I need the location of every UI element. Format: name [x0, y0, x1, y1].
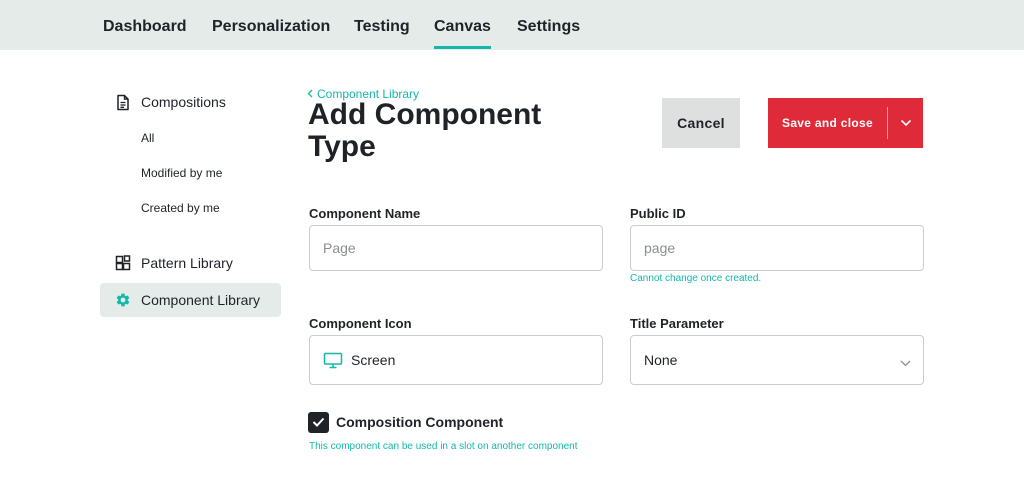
chevron-down-icon — [900, 114, 912, 132]
gear-icon — [115, 292, 131, 308]
monitor-icon — [323, 352, 343, 369]
sidebar-subitem-modified-by-me[interactable]: Modified by me — [141, 166, 222, 180]
sidebar-item-component-library[interactable]: Component Library — [100, 283, 281, 317]
component-name-input[interactable] — [309, 225, 603, 271]
document-icon — [115, 94, 131, 110]
checkmark-icon — [312, 414, 325, 432]
composition-component-label[interactable]: Composition Component — [336, 414, 503, 430]
top-navigation: Dashboard Personalization Testing Canvas… — [0, 0, 1024, 50]
component-name-label: Component Name — [309, 206, 421, 221]
public-id-hint: Cannot change once created. — [630, 273, 762, 284]
save-and-close-button[interactable]: Save and close — [768, 98, 887, 148]
composition-component-checkbox[interactable] — [308, 412, 329, 433]
save-button-group: Save and close — [768, 98, 923, 148]
title-parameter-label: Title Parameter — [630, 316, 724, 331]
tab-dashboard[interactable]: Dashboard — [103, 18, 187, 36]
tab-canvas[interactable]: Canvas — [434, 18, 491, 49]
public-id-label: Public ID — [630, 206, 686, 221]
tab-settings[interactable]: Settings — [517, 18, 580, 36]
title-parameter-select[interactable]: None — [630, 335, 924, 385]
component-icon-picker[interactable]: Screen — [309, 335, 603, 385]
component-icon-label: Component Icon — [309, 316, 412, 331]
sidebar-subitem-created-by-me[interactable]: Created by me — [141, 201, 220, 215]
sidebar-subitem-all[interactable]: All — [141, 131, 154, 145]
tab-personalization[interactable]: Personalization — [212, 18, 330, 36]
sidebar-item-compositions[interactable]: Compositions — [100, 85, 281, 119]
sidebar-item-label: Compositions — [141, 94, 226, 110]
tab-testing[interactable]: Testing — [354, 18, 410, 36]
cancel-button[interactable]: Cancel — [662, 98, 740, 148]
sidebar-item-pattern-library[interactable]: Pattern Library — [100, 246, 281, 280]
blocks-icon — [115, 255, 131, 271]
page-title: Add Component Type — [308, 98, 542, 163]
public-id-input[interactable] — [630, 225, 924, 271]
chevron-down-icon — [900, 354, 911, 370]
sidebar-item-label: Pattern Library — [141, 255, 233, 271]
save-options-dropdown[interactable] — [888, 98, 923, 148]
title-parameter-value: None — [644, 352, 678, 368]
component-icon-value: Screen — [351, 352, 396, 368]
composition-component-hint: This component can be used in a slot on … — [309, 441, 578, 452]
sidebar-item-label: Component Library — [141, 292, 261, 308]
